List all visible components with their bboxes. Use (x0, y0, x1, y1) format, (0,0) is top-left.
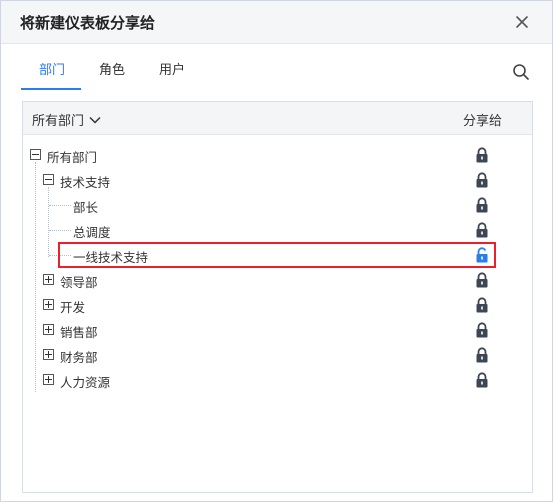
lock-icon[interactable] (475, 197, 489, 213)
panel-header: 所有部门 分享给 (23, 102, 532, 135)
lock-icon[interactable] (475, 347, 489, 363)
tree-node: 技术支持 (23, 168, 532, 193)
filter-label: 所有部门 (32, 114, 85, 129)
plus-box-icon[interactable] (43, 299, 54, 310)
tree-node: 一线技术支持 (23, 243, 532, 268)
share-column-header: 分享给 (463, 114, 503, 129)
tree-node: 总调度 (23, 218, 532, 243)
tree-node-label[interactable]: 财务部 (60, 347, 98, 366)
tree-node: 销售部 (23, 318, 532, 343)
lock-icon[interactable] (475, 172, 489, 188)
minus-box-icon[interactable] (43, 174, 54, 185)
tree-node: 人力资源 (23, 368, 532, 393)
tree-node-label[interactable]: 人力资源 (60, 372, 110, 391)
plus-box-icon[interactable] (43, 349, 54, 360)
unlock-icon[interactable] (475, 247, 489, 263)
chevron-down-icon (89, 116, 101, 124)
dialog-title: 将新建仪表板分享给 (20, 14, 156, 32)
tab-roles[interactable]: 角色 (99, 59, 125, 78)
tree-node-label[interactable]: 开发 (60, 297, 85, 316)
tree-node-label[interactable]: 总调度 (73, 222, 111, 241)
tree-node-label[interactable]: 所有部门 (47, 147, 97, 166)
tab-users[interactable]: 用户 (159, 59, 185, 78)
department-filter-dropdown[interactable]: 所有部门 (32, 110, 102, 129)
tree-node: 领导部 (23, 268, 532, 293)
active-tab-indicator (21, 88, 81, 90)
minus-box-icon[interactable] (30, 149, 41, 160)
tree-node-label[interactable]: 一线技术支持 (73, 247, 148, 266)
tree-node: 所有部门 (23, 143, 532, 168)
department-panel: 所有部门 分享给 所有部门 技术支持 部长 总调度 一线技术支持 领导部 开发 … (22, 101, 533, 493)
share-dialog: 将新建仪表板分享给 部门 角色 用户 所有部门 分享给 所有部门 技术支持 部长… (0, 0, 553, 502)
lock-icon[interactable] (475, 272, 489, 288)
lock-icon[interactable] (475, 297, 489, 313)
tree-node-label[interactable]: 销售部 (60, 322, 98, 341)
lock-icon[interactable] (475, 372, 489, 388)
lock-icon[interactable] (475, 322, 489, 338)
plus-box-icon[interactable] (43, 324, 54, 335)
lock-icon[interactable] (475, 147, 489, 163)
tree-node: 部长 (23, 193, 532, 218)
tree-node-label[interactable]: 部长 (73, 197, 98, 216)
dialog-header: 将新建仪表板分享给 (1, 1, 552, 44)
close-icon[interactable] (512, 12, 532, 32)
tree-node-label[interactable]: 技术支持 (60, 172, 110, 191)
plus-box-icon[interactable] (43, 374, 54, 385)
tree-node-label[interactable]: 领导部 (60, 272, 98, 291)
tree-node: 开发 (23, 293, 532, 318)
plus-box-icon[interactable] (43, 274, 54, 285)
tab-departments[interactable]: 部门 (39, 59, 65, 78)
tree-node: 财务部 (23, 343, 532, 368)
search-icon[interactable] (511, 62, 531, 82)
lock-icon[interactable] (475, 222, 489, 238)
